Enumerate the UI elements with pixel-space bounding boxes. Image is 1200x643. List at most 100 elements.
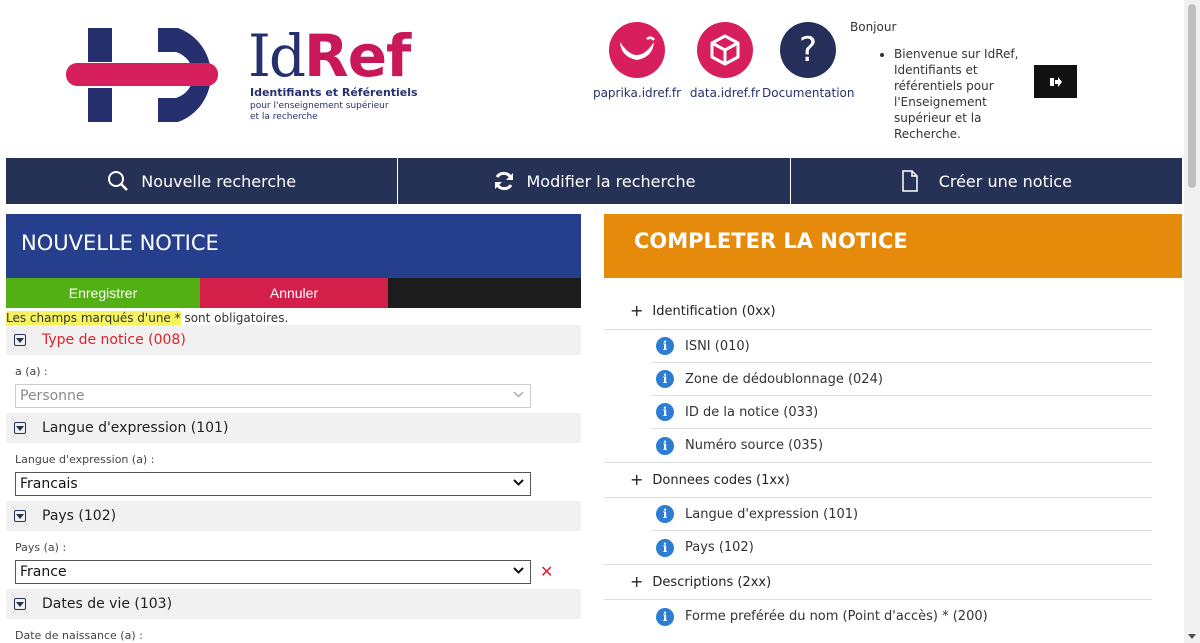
info-icon: i [656,370,674,388]
logo-tagline-line1: pour l'enseignement supérieur [250,101,389,111]
save-button[interactable]: Enregistrer [6,278,200,308]
group-descriptions[interactable]: + Descriptions (2xx) [604,564,1152,600]
greeting: Bonjour [850,20,897,34]
group-label: Identification (0xx) [652,304,776,319]
link-data[interactable]: data.idref.fr [685,22,765,100]
group-identification[interactable]: + Identification (0xx) [604,294,1152,330]
expand-plus-icon: + [630,301,644,320]
field-item-label: Langue d'expression (101) [685,506,859,522]
chevron-down-icon [513,567,524,574]
link-data-label: data.idref.fr [689,86,761,100]
document-icon [901,170,918,192]
chevron-down-icon [513,479,524,486]
logout-icon [1049,76,1062,87]
scrollbar-thumb[interactable] [1188,4,1196,188]
field-item-label: Forme preférée du nom (Point d'accès) * … [685,609,988,624]
birth-date-label: Date de naissance (a) : [15,629,143,642]
field-item[interactable]: i Pays (102) [652,531,1152,564]
record-actions: Enregistrer Annuler [6,278,581,308]
field-item-label: Zone de dédoublonnage (024) [685,371,883,387]
required-fields-note: Les champs marqués d'une * sont obligato… [6,308,581,325]
scroll-down-arrow-icon[interactable] [1188,634,1196,639]
complete-record-title: COMPLETER LA NOTICE [604,214,1182,278]
logo-ref: Ref [304,22,411,90]
info-icon: i [656,607,674,626]
record-type-label: a (a) : [15,365,48,378]
logo-subtitle: Identifiants et Référentiels [250,86,418,99]
field-item[interactable]: i ISNI (010) [652,330,1152,363]
question-icon: ? [780,22,836,78]
field-item[interactable]: i Numéro source (035) [652,429,1152,462]
logo-tagline: pour l'enseignement supérieur et la rech… [250,101,389,123]
country-row: France ✕ [6,559,581,589]
group-coded-data[interactable]: + Donnees codes (1xx) [604,462,1152,498]
new-record-title: NOUVELLE NOTICE [6,214,581,278]
section-country-title: Pays (102) [42,508,117,524]
expand-plus-icon: + [630,469,644,489]
field-tree: + Identification (0xx) i ISNI (010) i Zone… [604,278,1182,633]
paprika-icon [609,22,665,78]
new-search-button[interactable]: Nouvelle recherche [6,158,399,204]
new-record-panel: NOUVELLE NOTICE Enregistrer Annuler Les … [6,214,581,643]
page-scrollbar[interactable] [1184,0,1200,643]
section-language[interactable]: Langue d'expression (101) [6,413,581,443]
new-search-label: Nouvelle recherche [141,171,297,191]
field-item-label: Pays (102) [685,540,754,555]
record-type-row: Personne [6,383,581,413]
section-country[interactable]: Pays (102) [6,501,581,531]
logo-id: Id [248,22,306,90]
expand-plus-icon: + [630,571,644,591]
required-note-highlight: Les champs marqués d'une * [6,311,181,325]
info-icon: i [656,403,674,421]
field-item[interactable]: i Langue d'expression (101) [652,498,1152,531]
section-dates-title: Dates de vie (103) [42,596,173,612]
group-label: Donnees codes (1xx) [652,472,790,488]
create-record-button[interactable]: Créer une notice [791,158,1182,204]
language-row: Francais [6,471,581,501]
collapse-toggle-icon [14,334,26,346]
field-item-label: ISNI (010) [685,338,750,354]
link-documentation-label: Documentation [762,86,855,100]
chevron-down-icon [513,391,524,398]
logout-button[interactable] [1034,65,1077,98]
record-type-select[interactable]: Personne [15,384,531,408]
welcome-message: Bienvenue sur IdRef, Identifiants et réf… [894,46,1024,142]
record-type-value: Personne [20,388,85,404]
language-select[interactable]: Francais [15,472,531,496]
info-icon: i [656,505,674,523]
section-record-type-title: Type de notice (008) [42,332,186,348]
link-paprika[interactable]: paprika.idref.fr [592,22,682,100]
site-header: IdRef Identifiants et Référentiels pour … [0,0,1184,158]
language-value: Francais [20,476,78,492]
required-note-rest: sont obligatoires. [180,311,289,325]
modify-search-button[interactable]: Modifier la recherche [398,158,791,204]
logo-tagline-line2: et la recherche [250,112,318,122]
country-value: France [20,564,67,580]
create-record-label: Créer une notice [938,171,1072,191]
remove-country-icon[interactable]: ✕ [540,562,553,581]
info-icon: i [656,538,674,557]
link-documentation[interactable]: ? Documentation [762,22,855,100]
data-cube-icon [697,22,753,78]
main-toolbar: Nouvelle recherche Modifier la recherche… [6,158,1182,204]
field-item[interactable]: i Forme preférée du nom (Point d'accès) *… [652,600,1152,633]
idref-logo-mark-icon [66,28,218,122]
modify-search-label: Modifier la recherche [526,171,696,191]
idref-logo[interactable]: IdRef Identifiants et Référentiels pour … [60,20,430,130]
info-icon: i [656,337,674,355]
country-select[interactable]: France [15,560,531,584]
complete-record-panel: COMPLETER LA NOTICE + Identification (0x… [604,214,1182,643]
field-item-label: ID de la notice (033) [685,404,819,420]
logo-wordmark: IdRef [248,22,411,90]
field-item[interactable]: i ID de la notice (033) [652,396,1152,429]
section-record-type[interactable]: Type de notice (008) [6,325,581,355]
field-item-label: Numéro source (035) [685,438,824,453]
collapse-toggle-icon [14,422,26,434]
search-icon [108,171,129,191]
section-dates[interactable]: Dates de vie (103) [6,589,581,619]
collapse-toggle-icon [14,598,26,610]
field-item[interactable]: i Zone de dédoublonnage (024) [652,363,1152,396]
cancel-button[interactable]: Annuler [200,278,388,308]
link-paprika-label: paprika.idref.fr [592,86,682,100]
info-icon: i [656,436,674,455]
